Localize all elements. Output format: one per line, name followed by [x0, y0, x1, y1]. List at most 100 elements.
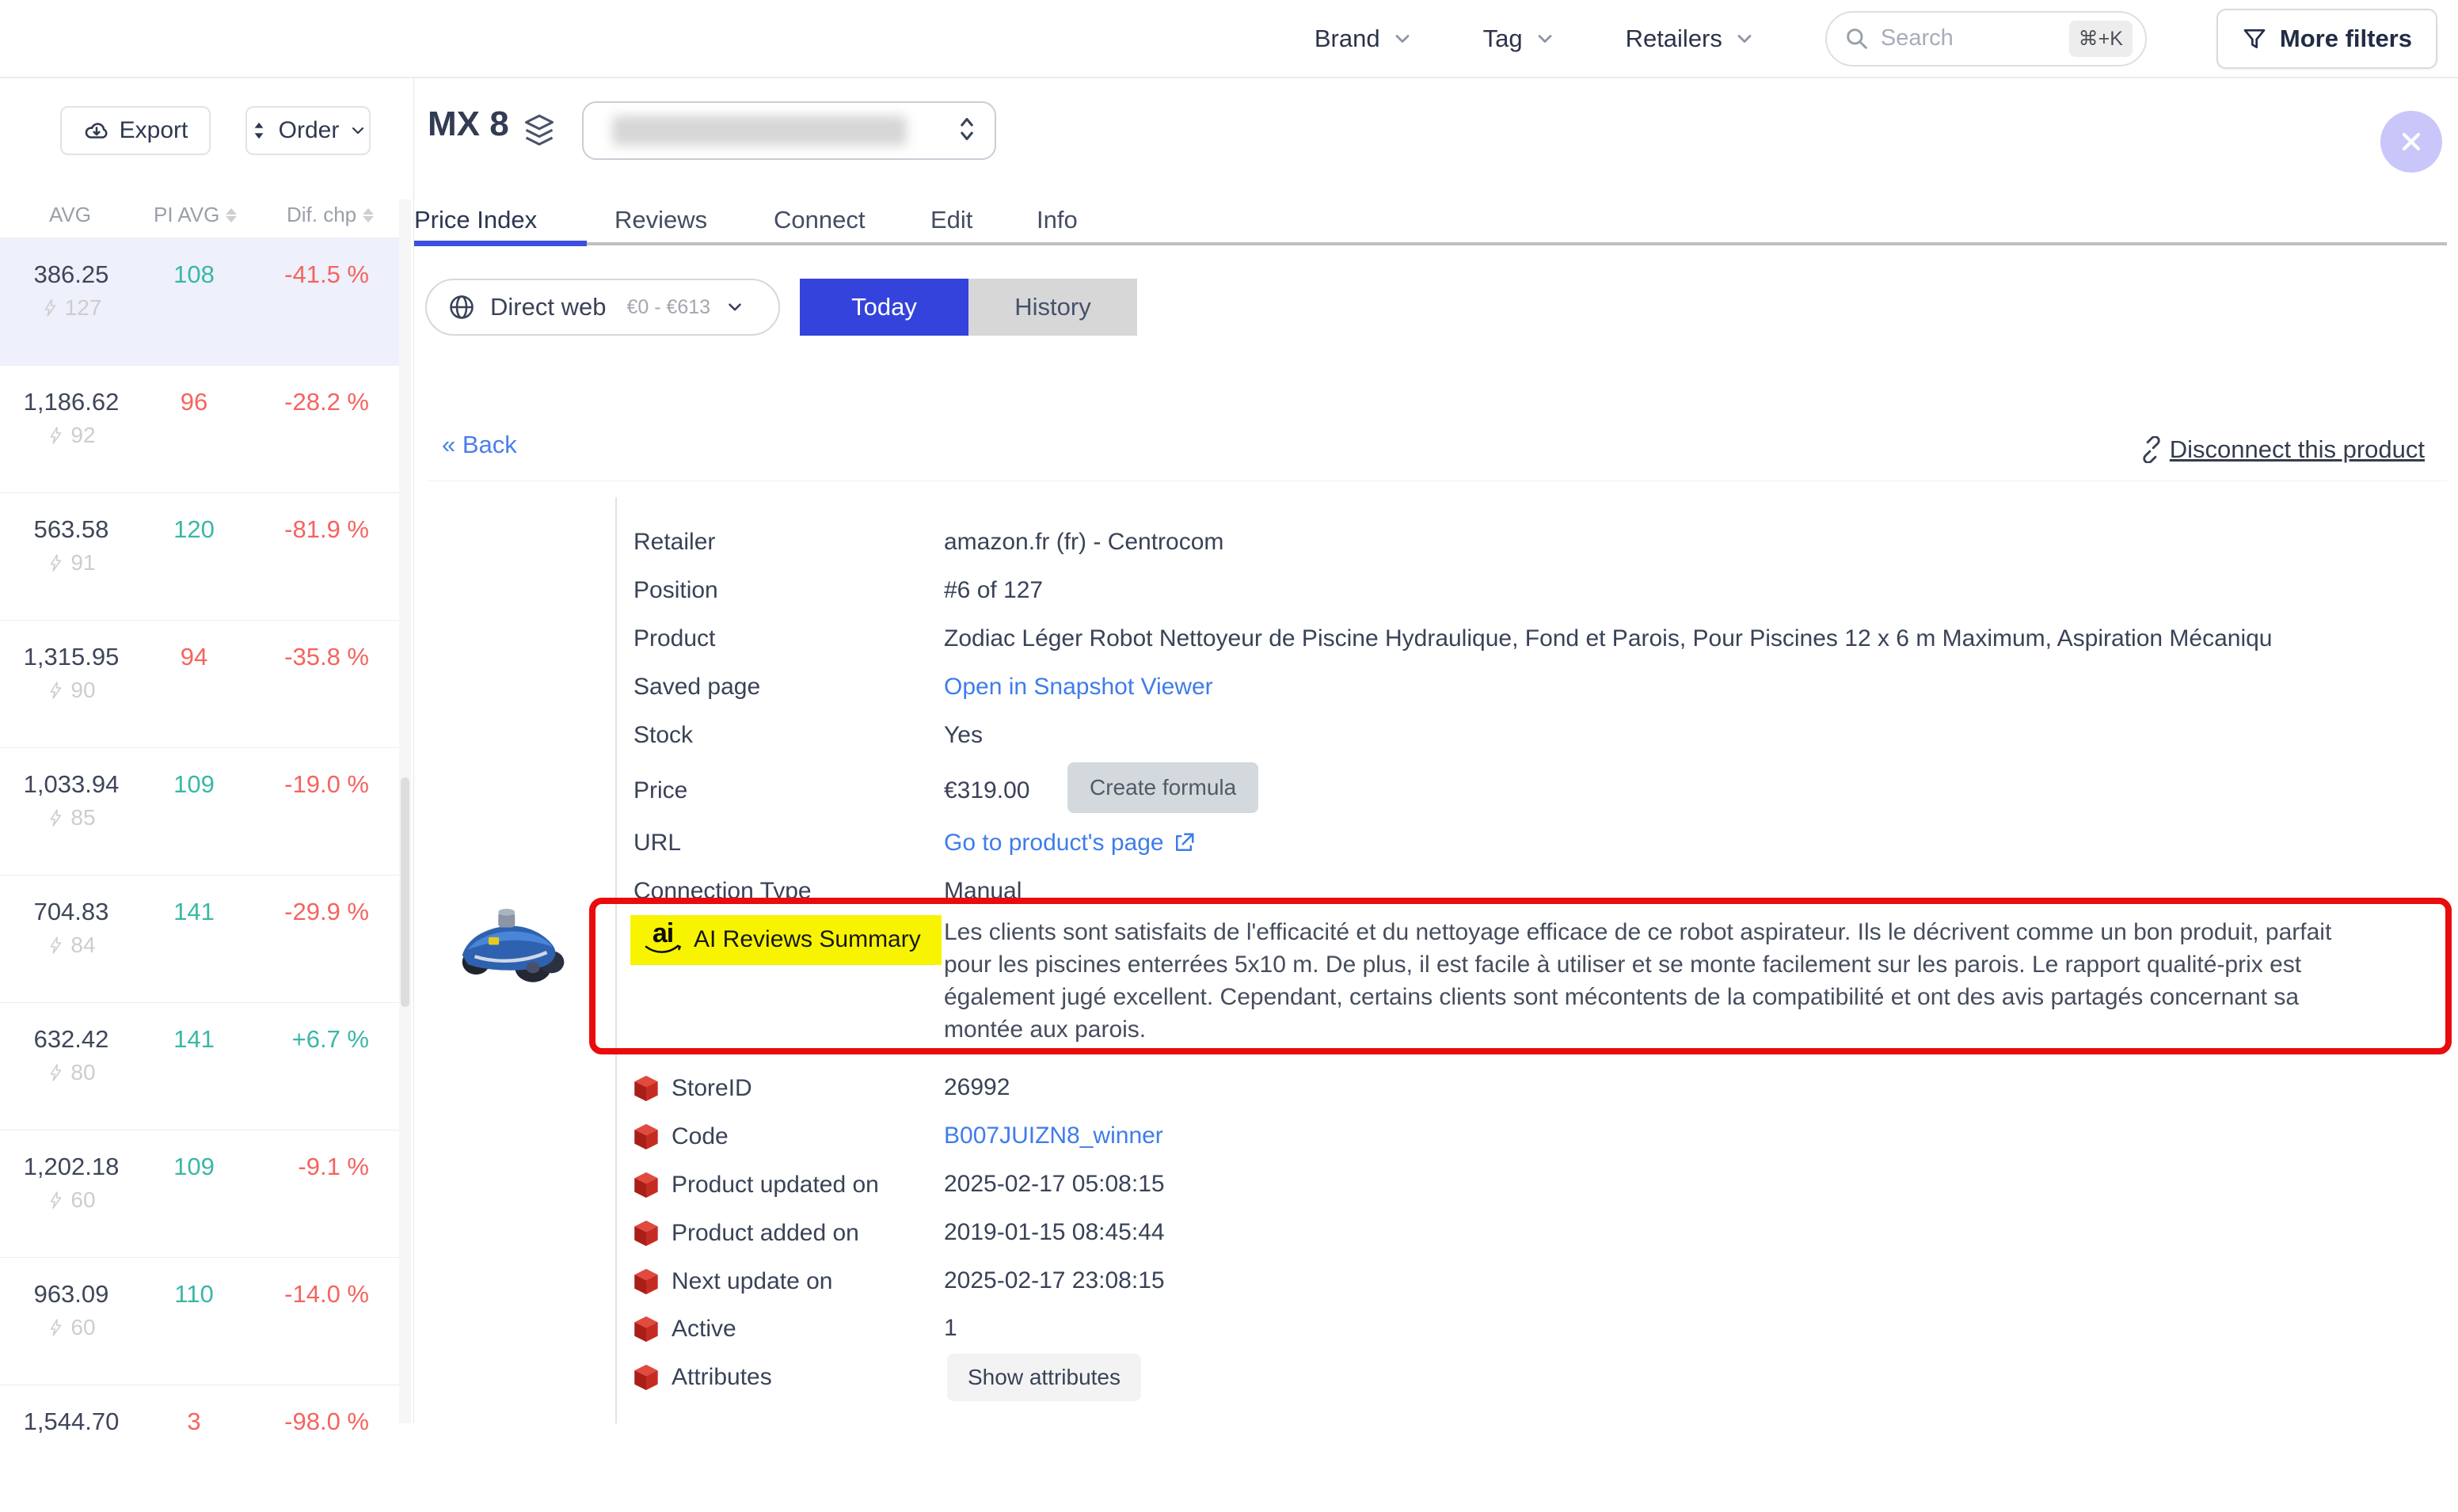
top-filter-bar: Brand Tag Retailers ⌘+K More filters — [0, 0, 2458, 78]
retailers-filter-label: Retailers — [1626, 25, 1722, 53]
database-cube-icon — [634, 1219, 659, 1248]
search-box[interactable]: ⌘+K — [1825, 11, 2147, 66]
detail-value-stock: Yes — [944, 722, 983, 749]
sort-arrows-icon — [249, 120, 269, 141]
more-filters-button[interactable]: More filters — [2216, 9, 2437, 69]
show-attributes-button[interactable]: Show attributes — [947, 1354, 1141, 1401]
price-row[interactable]: 1,033.94 85 109 -19.0 % — [0, 747, 400, 875]
select-updown-icon — [955, 113, 979, 149]
lightning-icon — [47, 808, 66, 827]
disconnect-label: Disconnect this product — [2170, 435, 2425, 464]
sort-icon — [363, 208, 374, 222]
back-link[interactable]: « Back — [442, 431, 517, 459]
product-code-link[interactable]: B007JUIZN8_winner — [944, 1123, 1163, 1149]
tab-info[interactable]: Info — [984, 196, 1078, 255]
chevron-down-icon — [1391, 28, 1414, 50]
column-header-pi-avg[interactable]: PI AVG — [154, 203, 237, 227]
tab-reviews[interactable]: Reviews — [587, 196, 734, 255]
brand-filter-label: Brand — [1315, 25, 1380, 53]
sidebar-divider — [413, 78, 414, 1423]
sidebar-scrollbar[interactable] — [399, 199, 411, 1423]
order-label: Order — [279, 117, 340, 144]
today-toggle-button[interactable]: Today — [800, 279, 968, 336]
detail-label-next-update: Next update on — [634, 1267, 832, 1296]
create-formula-button[interactable]: Create formula — [1067, 762, 1258, 813]
price-row[interactable]: 1,186.62 92 96 -28.2 % — [0, 365, 400, 492]
detail-label-position: Position — [634, 577, 718, 604]
detail-label-product-added: Product added on — [634, 1219, 859, 1248]
tabs-underline-track — [414, 242, 2447, 245]
price-row[interactable]: 1,544.70 3 -98.0 % — [0, 1385, 400, 1512]
history-toggle-button[interactable]: History — [968, 279, 1137, 336]
tag-filter-dropdown[interactable]: Tag — [1483, 25, 1556, 53]
funnel-icon — [2242, 26, 2267, 51]
tab-connect[interactable]: Connect — [734, 196, 883, 255]
sort-icon — [226, 208, 237, 222]
lightning-icon — [47, 1318, 66, 1337]
detail-label-retailer: Retailer — [634, 529, 715, 556]
chevron-down-icon — [348, 121, 367, 140]
price-row[interactable]: 704.83 84 141 -29.9 % — [0, 875, 400, 1002]
product-select[interactable] — [582, 101, 996, 160]
price-row[interactable]: 963.09 60 110 -14.0 % — [0, 1257, 400, 1385]
tab-edit[interactable]: Edit — [883, 196, 984, 255]
detail-label-price: Price — [634, 777, 687, 804]
globe-icon — [447, 293, 476, 321]
price-row[interactable]: 563.58 91 120 -81.9 % — [0, 492, 400, 620]
detail-label-store-id: StoreID — [634, 1074, 752, 1103]
lightning-icon — [41, 298, 60, 317]
close-button[interactable] — [2380, 111, 2442, 173]
source-price-range: €0 - €613 — [626, 296, 710, 319]
lightning-icon — [47, 426, 66, 445]
chevron-down-icon — [725, 297, 745, 317]
price-row[interactable]: 1,315.95 90 94 -35.8 % — [0, 620, 400, 747]
database-cube-icon — [634, 1171, 659, 1199]
open-snapshot-viewer-link[interactable]: Open in Snapshot Viewer — [944, 674, 1213, 700]
export-button[interactable]: Export — [60, 106, 211, 155]
cloud-download-icon — [83, 117, 110, 144]
chevron-down-icon — [1534, 28, 1556, 50]
detail-label-url: URL — [634, 830, 681, 857]
price-row[interactable]: 386.25 127 108 -41.5 % — [0, 237, 400, 365]
external-link-icon — [1172, 831, 1196, 855]
more-filters-label: More filters — [2280, 25, 2412, 53]
scrollbar-thumb[interactable] — [401, 777, 409, 1007]
detail-value-store-id: 26992 — [944, 1074, 1010, 1101]
price-row[interactable]: 632.42 80 141 +6.7 % — [0, 1002, 400, 1130]
detail-value-product-added: 2019-01-15 08:45:44 — [944, 1219, 1165, 1246]
lightning-icon — [47, 1191, 66, 1210]
details-table-border — [615, 497, 617, 1423]
active-tab-underline — [414, 241, 587, 246]
chevron-down-icon — [1733, 28, 1756, 50]
detail-value-product: Zodiac Léger Robot Nettoyeur de Piscine … — [944, 625, 2276, 652]
detail-value-position: #6 of 127 — [944, 577, 1043, 604]
database-cube-icon — [634, 1363, 659, 1392]
detail-value-connection-type: Manual — [944, 878, 1022, 905]
disconnect-product-link[interactable]: Disconnect this product — [2138, 435, 2425, 464]
detail-label-code: Code — [634, 1123, 729, 1151]
price-row[interactable]: 1,202.18 60 109 -9.1 % — [0, 1130, 400, 1257]
lightning-icon — [47, 1063, 66, 1082]
detail-label-attributes: Attributes — [634, 1363, 772, 1392]
unlink-icon — [2138, 436, 2165, 463]
sidebar-column-headers: AVG PI AVG Dif. chp — [0, 199, 400, 234]
database-cube-icon — [634, 1123, 659, 1151]
retailers-filter-dropdown[interactable]: Retailers — [1626, 25, 1756, 53]
brand-filter-dropdown[interactable]: Brand — [1315, 25, 1414, 53]
order-button[interactable]: Order — [245, 106, 371, 155]
tag-filter-label: Tag — [1483, 25, 1523, 53]
search-input[interactable] — [1881, 25, 2058, 51]
detail-label-active: Active — [634, 1315, 736, 1343]
search-icon — [1844, 26, 1870, 51]
export-label: Export — [120, 117, 188, 144]
source-label: Direct web — [490, 293, 606, 321]
source-dropdown[interactable]: Direct web €0 - €613 — [425, 279, 780, 336]
go-to-product-page-link[interactable]: Go to product's page — [944, 830, 1164, 857]
column-header-dif-chp[interactable]: Dif. chp — [287, 203, 374, 227]
detail-value-product-updated: 2025-02-17 05:08:15 — [944, 1171, 1165, 1198]
page-title: MX 8 — [428, 104, 509, 144]
detail-label-product: Product — [634, 625, 715, 652]
search-shortcut-badge: ⌘+K — [2069, 21, 2133, 57]
ai-reviews-summary-label: ai AI Reviews Summary — [630, 915, 942, 965]
detail-label-saved-page: Saved page — [634, 674, 760, 701]
